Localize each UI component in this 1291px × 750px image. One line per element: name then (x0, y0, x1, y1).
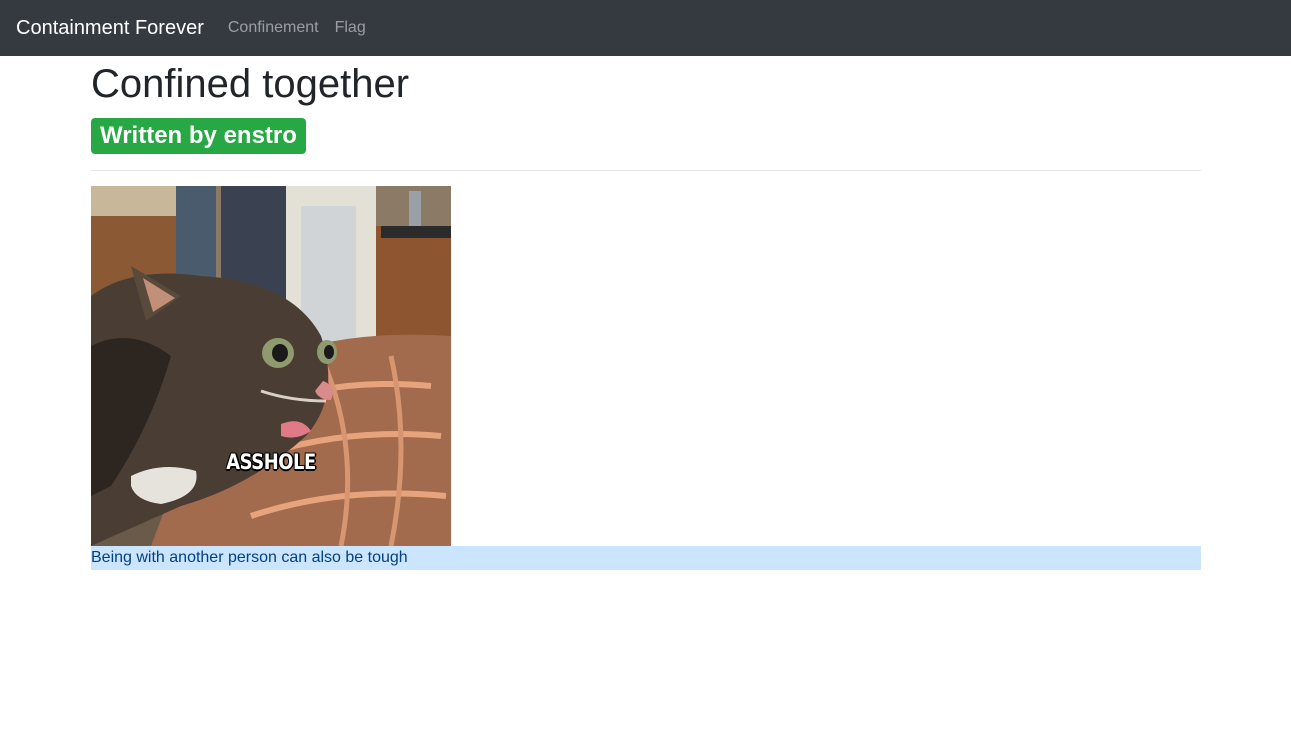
top-navbar: Containment Forever Confinement Flag (0, 0, 1291, 56)
image-caption: Being with another person can also be to… (91, 546, 1201, 570)
divider (91, 170, 1201, 171)
page-title: Confined together (91, 62, 410, 106)
nav-link-confinement[interactable]: Confinement (228, 19, 319, 37)
nav-link-flag[interactable]: Flag (335, 19, 366, 37)
navbar-brand[interactable]: Containment Forever (16, 13, 204, 43)
meme-overlay-text: ASSHOLE (226, 450, 316, 474)
cat-illustration (91, 186, 451, 546)
author-badge: Written by enstro (91, 118, 306, 154)
cat-gif-image: ASSHOLE (91, 186, 451, 546)
main-content: Confined together Written by enstro ASSH… (91, 56, 1201, 570)
